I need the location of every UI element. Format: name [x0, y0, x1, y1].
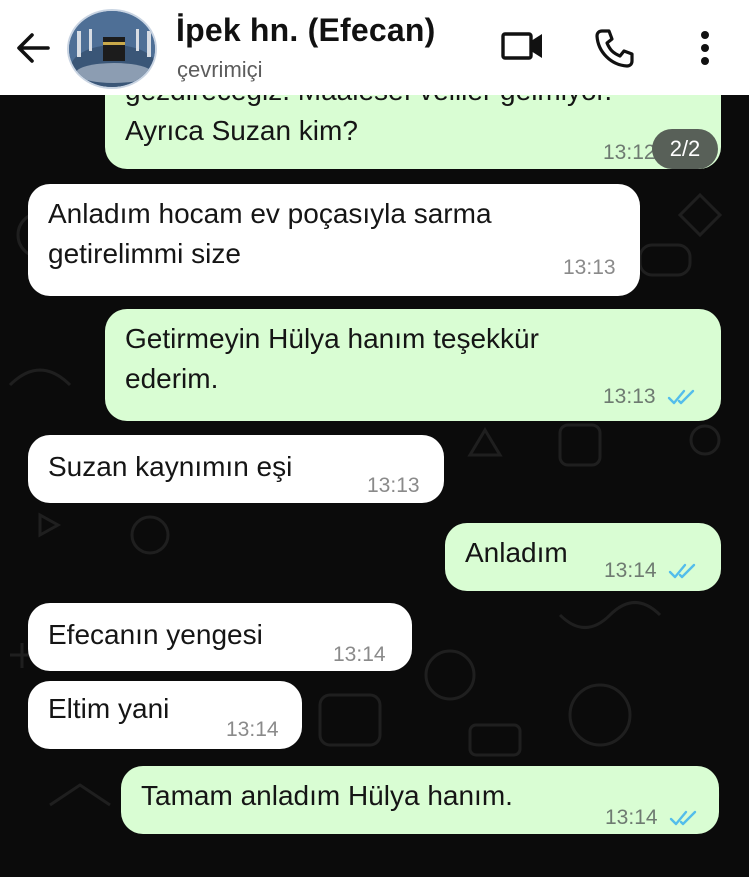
chat-header: İpek hn. (Efecan) çevrimiçi: [0, 0, 749, 95]
message-time: 13:13: [603, 377, 697, 417]
message-time-label: 13:14: [605, 806, 658, 829]
contact-status: çevrimiçi: [177, 57, 263, 82]
chat-area[interactable]: gezdireceğiz. Maalesef veliler gelmiyor.…: [0, 95, 749, 877]
video-call-icon[interactable]: [500, 26, 546, 66]
contact-avatar[interactable]: [67, 9, 157, 89]
message-time: 13:14: [333, 643, 386, 666]
message-text-line: Anladım hocam ev poçasıyla sarma: [48, 198, 492, 229]
read-ticks-icon: [669, 564, 696, 579]
message-text-line: Tamam anladım Hülya hanım.: [141, 780, 513, 811]
message-bubble-outgoing[interactable]: Anladım 13:14: [445, 523, 721, 591]
message-bubble-incoming[interactable]: Eltim yani 13:14: [28, 681, 302, 749]
message-text-line: Efecanın yengesi: [48, 619, 263, 650]
message-text-line: Eltim yani: [48, 693, 170, 724]
message-bubble-outgoing[interactable]: Tamam anladım Hülya hanım. 13:14: [121, 766, 719, 834]
message-time: 13:14: [604, 551, 698, 591]
message-text-line: ederim.: [125, 363, 219, 394]
back-arrow-icon[interactable]: [14, 30, 52, 66]
message-text-line: Anladım: [465, 537, 568, 568]
message-bubble-outgoing[interactable]: Getirmeyin Hülya hanım teşekkür ederim. …: [105, 309, 721, 421]
message-text-line: Getirmeyin Hülya hanım teşekkür: [125, 323, 539, 354]
contact-name[interactable]: İpek hn. (Efecan): [176, 12, 435, 49]
message-time: 13:14: [605, 798, 699, 838]
message-text-line: getirelimmi size: [48, 238, 241, 269]
read-ticks-icon: [668, 390, 695, 405]
message-time-label: 13:13: [603, 385, 656, 408]
read-ticks-icon: [670, 811, 697, 826]
message-text-line: gezdireceğiz. Maalesef veliler gelmiyor.: [125, 95, 612, 111]
message-bubble-incoming[interactable]: Anladım hocam ev poçasıyla sarma getirel…: [28, 184, 640, 296]
message-bubble-incoming[interactable]: Suzan kaynımın eşi 13:13: [28, 435, 444, 503]
message-time: 13:12: [603, 141, 656, 164]
message-time-label: 13:14: [604, 559, 657, 582]
message-time: 13:13: [563, 256, 616, 279]
message-text-line: Ayrıca Suzan kim?: [125, 115, 358, 146]
phone-icon[interactable]: [592, 26, 636, 70]
page-indicator: 2/2: [652, 129, 718, 169]
message-time: 13:14: [226, 718, 279, 741]
message-time: 13:13: [367, 474, 420, 497]
message-bubble-outgoing[interactable]: gezdireceğiz. Maalesef veliler gelmiyor.…: [105, 95, 721, 169]
message-text-line: Suzan kaynımın eşi: [48, 451, 293, 482]
message-bubble-incoming[interactable]: Efecanın yengesi 13:14: [28, 603, 412, 671]
more-vert-icon[interactable]: [690, 26, 720, 70]
